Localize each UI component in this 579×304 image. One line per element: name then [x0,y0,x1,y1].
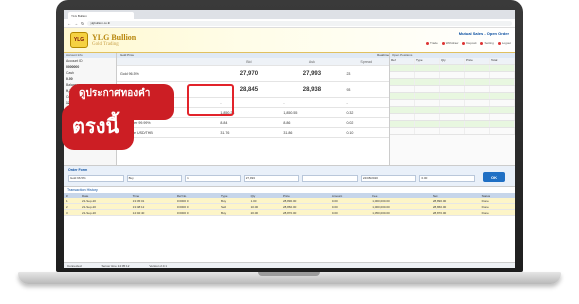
highlight-box [187,84,234,116]
price-row-gold965[interactable]: Gold 96.5% 27,970 27,993 23 [117,65,389,82]
positions-row[interactable] [390,114,515,121]
url-input[interactable]: ylgbullion.co.th [87,20,512,26]
positions-row[interactable] [390,72,515,79]
reload-icon[interactable]: ↻ [81,21,84,26]
brand-name: YLG Bullion [92,32,137,42]
table-row[interactable]: 3 21-Sep-20 14:02:40 0:0000 0 Buy 20.00 28,870… [64,209,515,216]
positions-panel: Open Positions Ref Type Qty Price Total [389,53,515,165]
positions-row[interactable] [390,65,515,72]
positions-row[interactable] [390,79,515,86]
app-header: YLG YLG Bullion Gold Trading Mutual Sale… [64,28,515,53]
positions-row[interactable] [390,121,515,128]
order-fields: Gold 96.5% Buy 1 27,993 24/08/2020 0.00 [68,175,476,182]
back-icon[interactable]: ← [67,21,71,26]
price-table-header: Bid Ask Spread [117,58,389,66]
status-bar: Connected Server time 14:05:12 Version 2… [64,262,515,268]
type-select[interactable]: Buy [126,175,183,182]
total-input[interactable]: 0.00 [419,175,476,182]
brand: YLG Bullion Gold Trading [92,33,136,48]
toolbar-withdraw[interactable]: Withdraw [441,41,458,45]
forward-icon[interactable]: → [74,21,78,26]
browser-tabbar: YLG Bullion [64,10,515,19]
order-title: Order Form [68,168,88,172]
user-label: Mutual Sales - Open Order [458,31,509,36]
callout-text-line1: ดูประกาศทองคำ [79,88,151,99]
address-bar: ← → ↻ ylgbullion.co.th [64,19,515,28]
positions-row[interactable] [390,128,515,135]
trade-icon [426,41,430,45]
toolbar-deposit[interactable]: Deposit [462,41,476,45]
status-connection: Connected [67,263,82,268]
status-version: Version 2.0.1 [149,263,167,268]
positions-row[interactable] [390,93,515,100]
product-select[interactable]: Gold 96.5% [68,175,124,182]
status-time: Server time 14:05:12 [101,263,130,268]
callout-text-line2: ตรงนี้ [72,116,120,138]
positions-row[interactable] [390,107,515,114]
toolbar-setting[interactable]: Setting [480,41,494,45]
price-input[interactable]: 27,993 [243,175,300,182]
brand-subtitle: Gold Trading [92,41,119,47]
price-board-mode[interactable]: Realtime [377,53,389,58]
logout-icon [497,41,501,45]
withdraw-icon [441,41,445,45]
ylg-logo: YLG [70,32,88,48]
price-row-exchange[interactable]: Exchange USD/THB 31.76 31.86 0.10 [117,127,389,138]
app-toolbar: Trade Withdraw Deposit Setting Logout [426,41,511,45]
positions-header: Ref Type Qty Price Total [390,58,515,65]
browser-tab[interactable]: YLG Bullion [68,12,134,19]
laptop-notch [258,272,320,276]
amount-input[interactable] [302,175,358,182]
history-table: # Date Time Ref No. Type Qty Price Amount Fee Net… [64,193,515,216]
ok-button[interactable]: OK [483,172,505,182]
qty-input[interactable]: 1 [185,175,241,182]
price-board-title: Gold Price [120,53,135,57]
toolbar-logout[interactable]: Logout [497,41,511,45]
order-form: Order Form Gold 96.5% Buy 1 27,993 24/08… [64,165,515,187]
deposit-icon [462,41,466,45]
positions-row[interactable] [390,100,515,107]
browser-tab-title: YLG Bullion [71,13,87,18]
toolbar-trade[interactable]: Trade [426,41,438,45]
positions-row[interactable] [390,86,515,93]
date-input[interactable]: 24/08/2020 [360,175,417,182]
